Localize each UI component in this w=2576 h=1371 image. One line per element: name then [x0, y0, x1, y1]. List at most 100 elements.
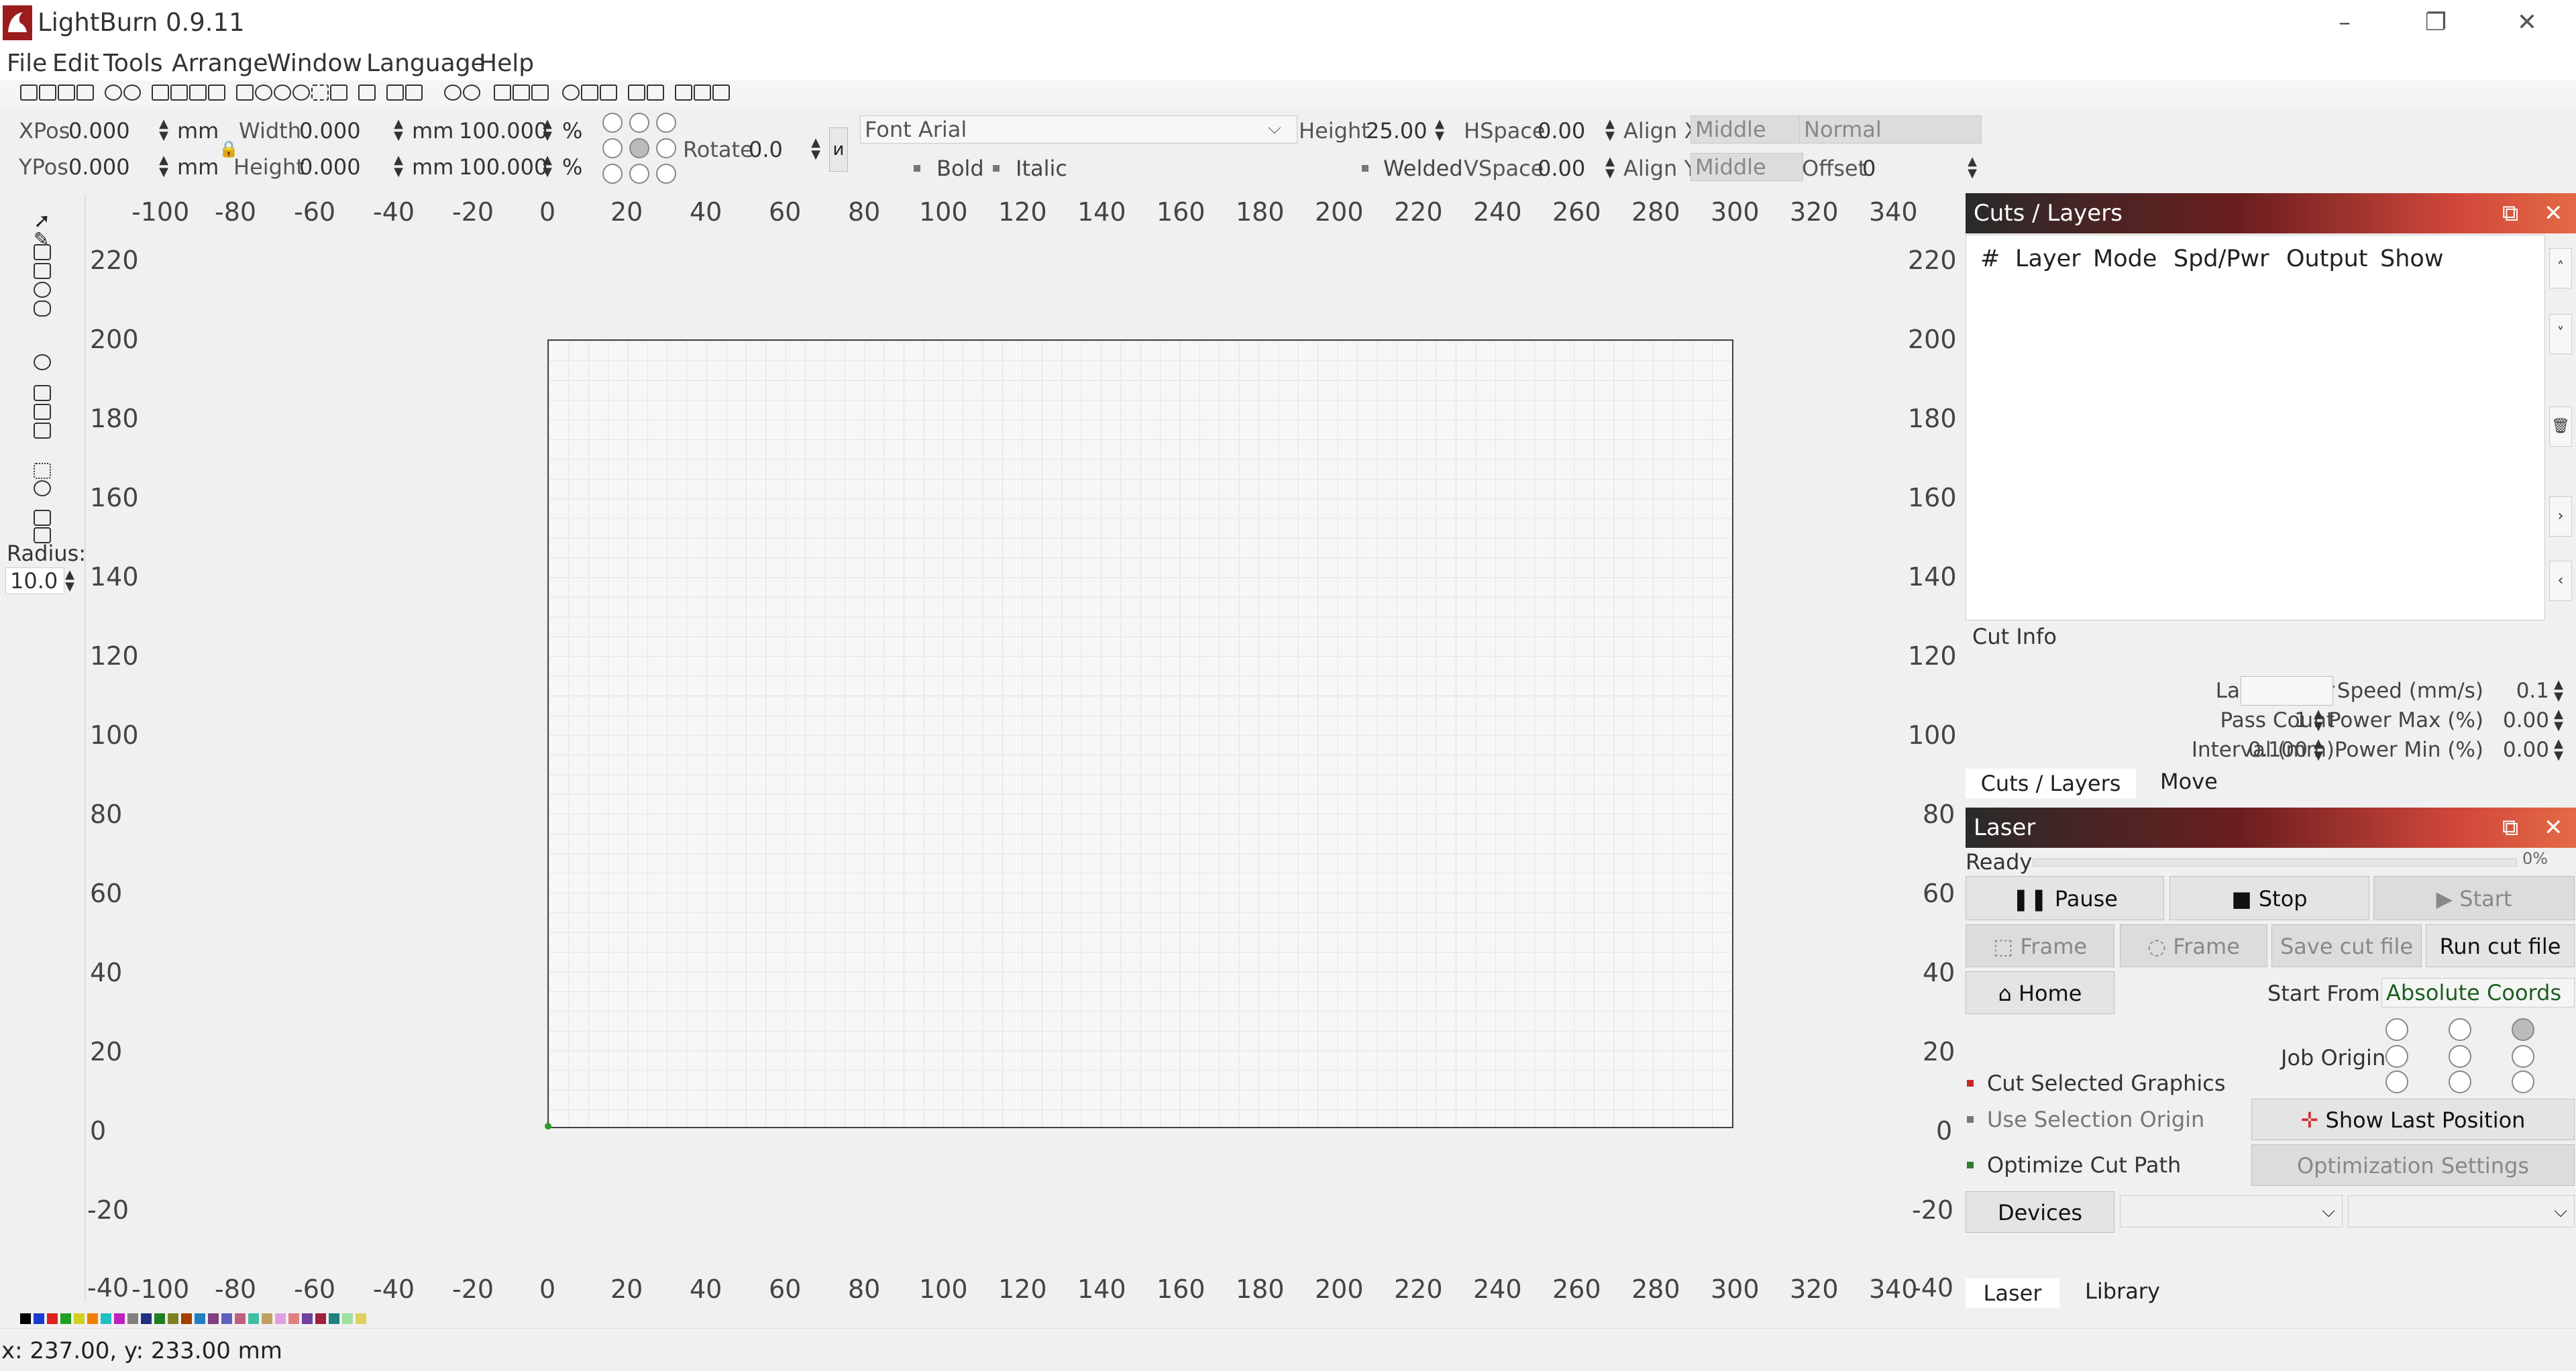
copy-icon[interactable] [152, 85, 169, 101]
ypos-spinner[interactable]: ▲ ▼ [157, 154, 170, 178]
job-origin-middle-right[interactable] [2512, 1045, 2534, 1068]
power-max-input[interactable]: 0.00 [2482, 708, 2549, 732]
tab-library[interactable]: Library [2085, 1278, 2160, 1304]
palette-swatch[interactable] [356, 1313, 366, 1324]
text-height-input[interactable]: 25.00 [1366, 118, 1428, 144]
tab-laser[interactable]: Laser [1966, 1278, 2059, 1308]
align-y-select[interactable]: Middle [1690, 153, 1803, 181]
offset-spinner[interactable]: ▲ ▼ [1966, 156, 1979, 180]
mirror-icon[interactable] [531, 85, 549, 101]
frame-circle-button[interactable]: ◌ Frame [2120, 924, 2267, 967]
palette-swatch[interactable] [342, 1313, 353, 1324]
start-from-select[interactable]: Absolute Coords [2381, 978, 2575, 1007]
snap-icon[interactable] [712, 85, 730, 101]
array-icon[interactable] [675, 85, 692, 101]
palette-swatch[interactable] [302, 1313, 313, 1324]
menu-help[interactable]: Help [479, 50, 534, 77]
position-laser-icon[interactable] [34, 385, 51, 401]
ungroup-icon[interactable] [647, 85, 664, 101]
line-tool-icon[interactable] [34, 244, 51, 260]
italic-checkbox[interactable] [993, 165, 1000, 172]
speed-input[interactable]: 0.1 [2482, 679, 2549, 703]
scale-width-spinner[interactable]: ▲ ▼ [541, 118, 554, 142]
hspace-input[interactable]: 0.00 [1538, 118, 1585, 144]
tab-move[interactable]: Move [2160, 769, 2218, 794]
rotate-input[interactable]: 0.0 [749, 137, 783, 162]
hspace-spinner[interactable]: ▲ ▼ [1603, 118, 1617, 142]
height-spinner[interactable]: ▲ ▼ [392, 154, 405, 178]
palette-swatch[interactable] [262, 1313, 272, 1324]
menu-language[interactable]: Language [366, 50, 486, 77]
radius-spinner[interactable]: ▲ ▼ [63, 569, 76, 593]
menu-arrange[interactable]: Arrange [172, 50, 268, 77]
origin-middle-left[interactable] [602, 138, 623, 158]
measure-tool-icon[interactable] [34, 404, 51, 420]
export-icon[interactable] [123, 85, 141, 101]
save-as-icon[interactable] [76, 85, 94, 101]
delete-icon[interactable] [208, 85, 225, 101]
tools-icon[interactable] [405, 85, 423, 101]
palette-swatch[interactable] [154, 1313, 165, 1324]
stop-button[interactable]: ■ Stop [2169, 876, 2369, 920]
pause-button[interactable]: ❚❚ Pause [1966, 876, 2164, 920]
paste-icon[interactable] [170, 85, 188, 101]
layers-table[interactable] [1966, 235, 2545, 620]
tabs-tool-icon[interactable] [34, 510, 51, 526]
layer-up-icon[interactable]: ˄ [2549, 248, 2572, 288]
palette-swatch[interactable] [114, 1313, 125, 1324]
palette-swatch[interactable] [101, 1313, 111, 1324]
palette-swatch[interactable] [74, 1313, 85, 1324]
close-button[interactable]: ✕ [2490, 4, 2564, 42]
palette-swatch[interactable] [20, 1313, 31, 1324]
palette-swatch[interactable] [288, 1313, 299, 1324]
settings-icon[interactable] [386, 85, 404, 101]
palette-swatch[interactable] [60, 1313, 71, 1324]
job-origin-top-left[interactable] [2385, 1018, 2408, 1041]
palette-swatch[interactable] [221, 1313, 232, 1324]
palette-swatch[interactable] [315, 1313, 326, 1324]
user-icon[interactable] [463, 85, 480, 101]
port-select[interactable]: ⌵ [2348, 1195, 2575, 1227]
save-file-icon[interactable] [58, 85, 75, 101]
origin-top-right[interactable] [656, 113, 676, 133]
height-input[interactable]: 0.000 [299, 154, 361, 180]
layer-delete-icon[interactable]: 🗑 [2549, 406, 2572, 447]
palette-swatch[interactable] [329, 1313, 339, 1324]
power-min-input[interactable]: 0.00 [2482, 738, 2549, 762]
device-settings-icon[interactable] [444, 85, 462, 101]
layer-next-icon[interactable]: › [2549, 496, 2572, 537]
device-select[interactable]: ⌵ [2120, 1195, 2343, 1227]
palette-swatch[interactable] [141, 1313, 152, 1324]
vspace-spinner[interactable]: ▲ ▼ [1603, 156, 1617, 180]
minimize-button[interactable]: – [2308, 4, 2381, 42]
zoom-in-icon[interactable] [255, 85, 272, 101]
speed-spinner[interactable]: ▲ ▼ [2552, 679, 2565, 703]
palette-swatch[interactable] [248, 1313, 259, 1324]
font-dropdown-icon[interactable]: ⌵ [1268, 118, 1281, 139]
monitor-icon[interactable] [358, 85, 376, 101]
font-select[interactable]: Font Arial [860, 115, 1297, 144]
scale-height-spinner[interactable]: ▲ ▼ [541, 154, 554, 178]
laser-bed-workspace[interactable] [547, 339, 1733, 1128]
zoom-page-icon[interactable] [311, 85, 329, 101]
origin-middle-right[interactable] [656, 138, 676, 158]
width-input[interactable]: 0.000 [299, 118, 361, 144]
layer-down-icon[interactable]: ˅ [2549, 314, 2572, 354]
save-cut-file-button[interactable]: Save cut file [2271, 924, 2422, 967]
ellipse-tool-icon[interactable] [34, 282, 51, 298]
align-icon[interactable] [581, 85, 598, 101]
welded-checkbox[interactable] [1362, 165, 1368, 172]
new-file-icon[interactable] [20, 85, 38, 101]
palette-swatch[interactable] [195, 1313, 205, 1324]
palette-swatch[interactable] [127, 1313, 138, 1324]
start-button[interactable]: ▶ Start [2373, 876, 2575, 920]
float-laser-panel-icon[interactable]: ⧉ [2502, 808, 2518, 848]
radius-input[interactable]: 10.0 [5, 567, 64, 594]
origin-bottom-right[interactable] [656, 164, 676, 184]
vspace-input[interactable]: 0.00 [1538, 156, 1585, 181]
rotate-icon[interactable] [562, 85, 580, 101]
palette-swatch[interactable] [275, 1313, 286, 1324]
rotate-spinner[interactable]: ▲ ▼ [809, 137, 822, 161]
job-origin-top-center[interactable] [2449, 1018, 2471, 1041]
restore-button[interactable]: ❐ [2399, 4, 2473, 42]
